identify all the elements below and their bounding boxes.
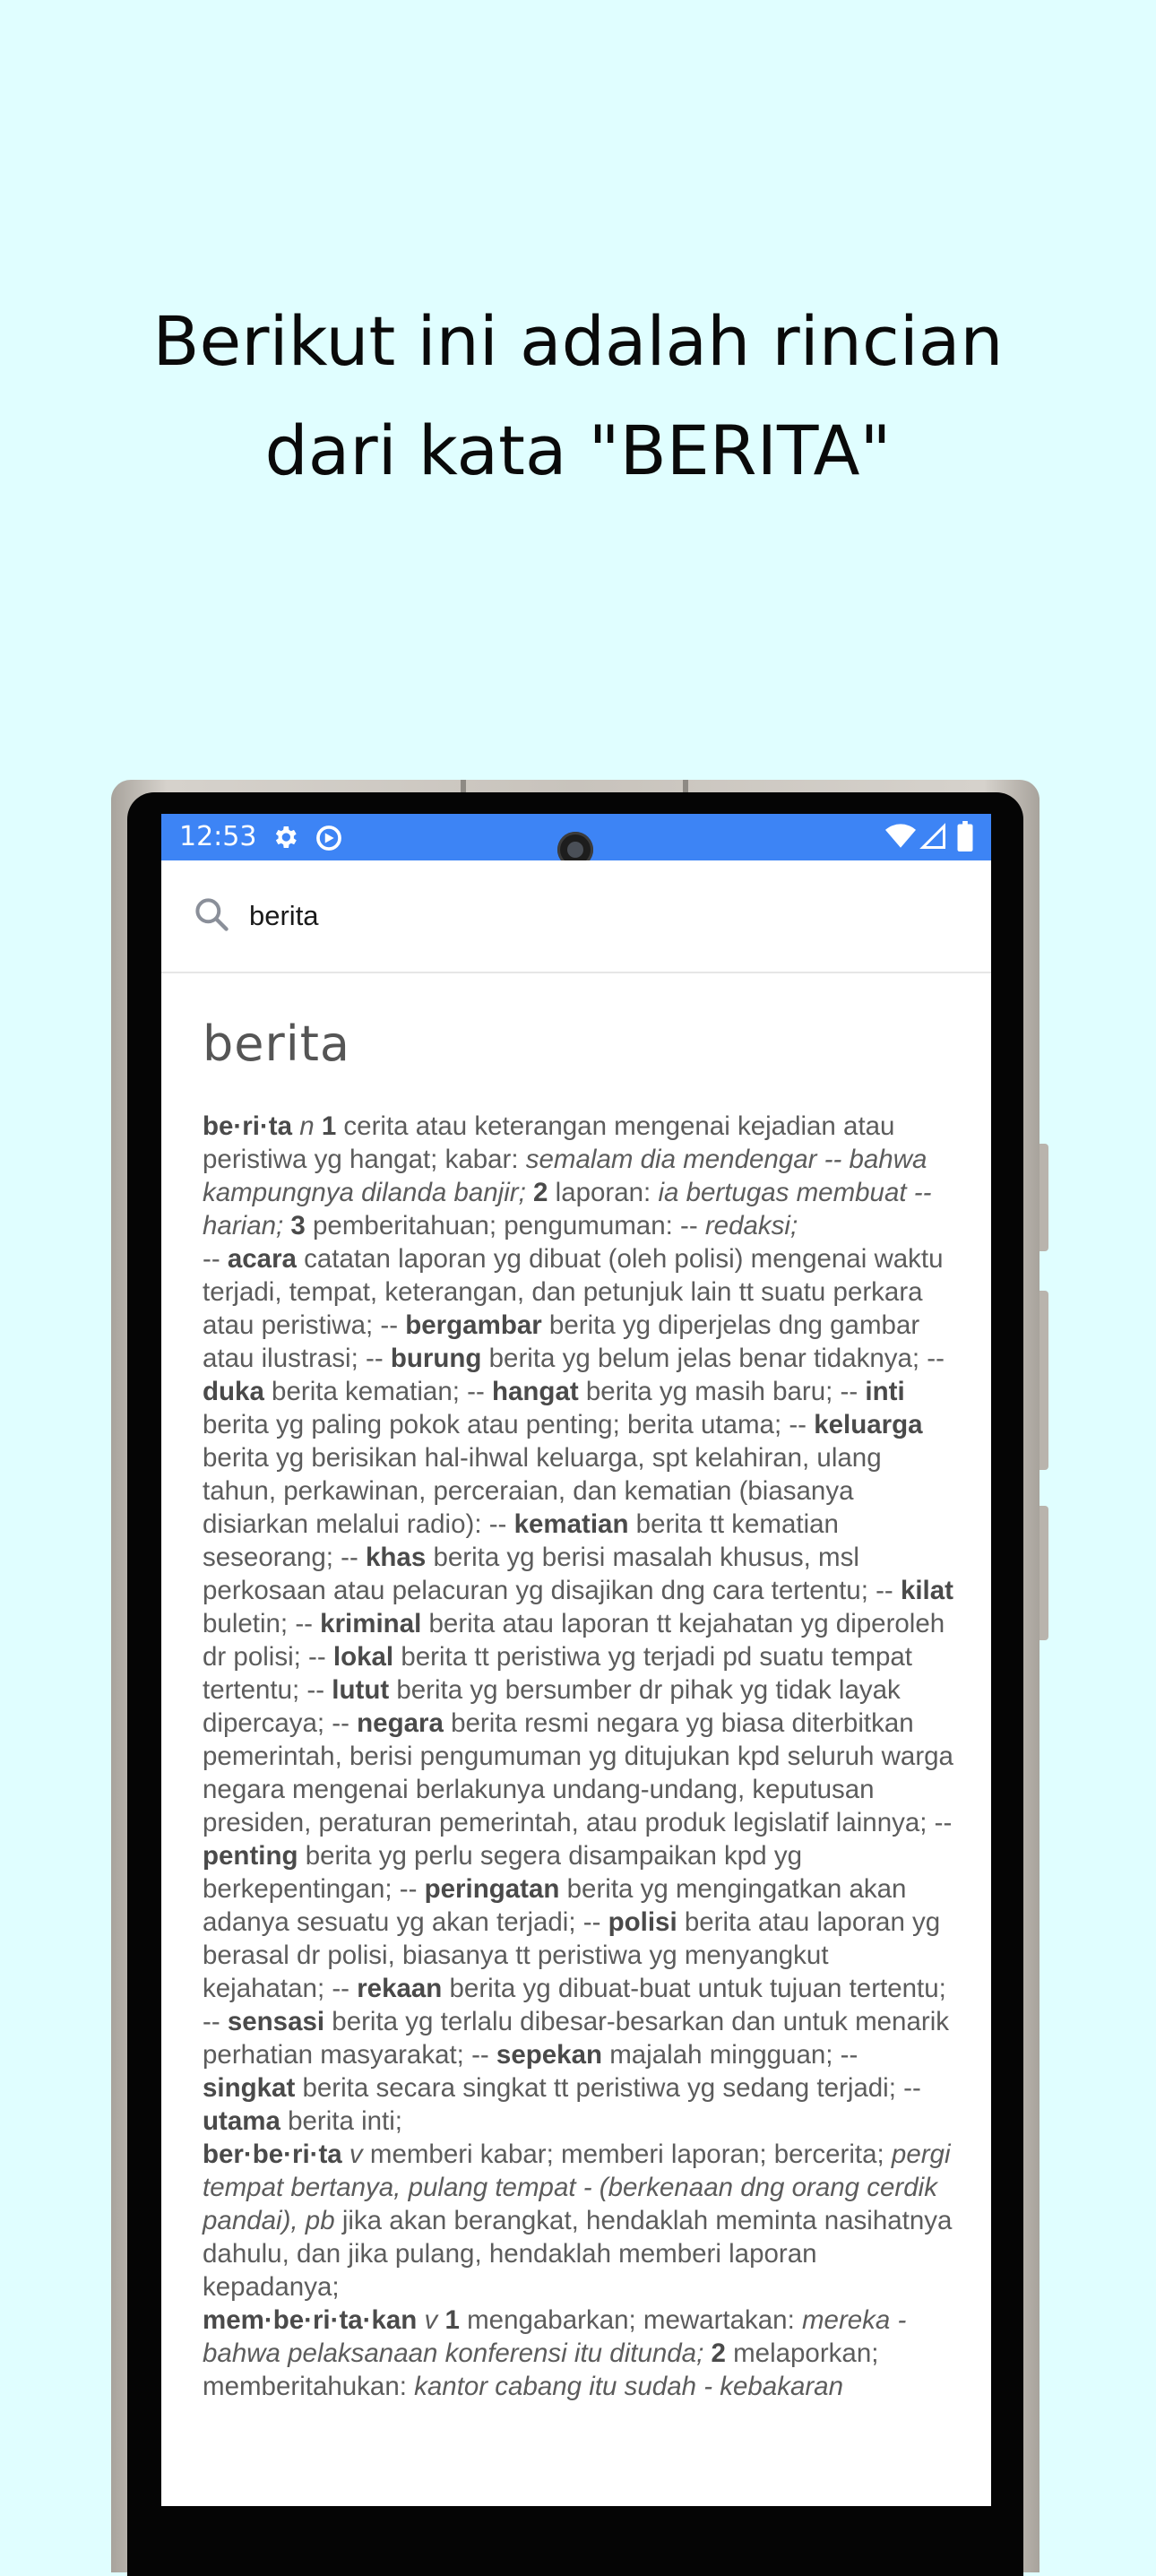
volume-button bbox=[1040, 1291, 1048, 1470]
phone-screen: 12:53 berita be·ri·ta n 1 cerita atau ke… bbox=[161, 814, 991, 2506]
definition-term: singkat bbox=[203, 2073, 296, 2103]
promo-headline: Berikut ini adalah rincian dari kata "BE… bbox=[0, 287, 1156, 506]
definition-term: negara bbox=[357, 1708, 444, 1738]
definition-text: berita secara singkat tt peristiwa yg se… bbox=[295, 2073, 921, 2103]
definition-term: utama bbox=[203, 2106, 280, 2136]
definition-term: 3 bbox=[290, 1211, 306, 1240]
definition-example: kantor cabang itu sudah - kebakaran bbox=[414, 2372, 843, 2401]
definition-text: pemberitahuan; pengumuman: -- bbox=[305, 1211, 705, 1240]
definition-term: 1 bbox=[444, 2305, 460, 2335]
definition-term: hangat bbox=[491, 1377, 579, 1406]
definition-text bbox=[342, 2139, 349, 2169]
definition-term: 2 bbox=[533, 1178, 548, 1207]
definition-term: duka bbox=[203, 1377, 264, 1406]
definition-example: n bbox=[299, 1111, 315, 1141]
definition-term: bergambar bbox=[405, 1310, 542, 1340]
definition-text bbox=[315, 1111, 322, 1141]
definition-term: lokal bbox=[332, 1642, 394, 1672]
definition-text: majalah mingguan; -- bbox=[602, 2040, 858, 2070]
definition-paragraph: be·ri·ta n 1 cerita atau keterangan meng… bbox=[203, 1110, 955, 1242]
search-bar[interactable] bbox=[161, 860, 991, 973]
definition-term: kematian bbox=[513, 1509, 629, 1539]
definition-text: -- bbox=[203, 1244, 228, 1274]
definition-text: berita yg masih baru; -- bbox=[578, 1377, 866, 1406]
definition-term: rekaan bbox=[357, 1974, 443, 2003]
status-time: 12:53 bbox=[179, 821, 257, 852]
power-button bbox=[1040, 1506, 1048, 1640]
headline-line-1: Berikut ini adalah rincian bbox=[152, 301, 1004, 381]
definition-text: mengabarkan; mewartakan: bbox=[459, 2305, 802, 2335]
definition-term: sepekan bbox=[496, 2040, 602, 2070]
definition-term: penting bbox=[203, 1841, 298, 1871]
definition-term: acara bbox=[227, 1244, 297, 1274]
definition-term: mem·be·ri·ta·kan bbox=[203, 2305, 418, 2335]
definition-paragraph: -- acara catatan laporan yg dibuat (oleh… bbox=[203, 1242, 955, 2138]
definition-text: berita kematian; -- bbox=[263, 1377, 492, 1406]
definition-term: khas bbox=[366, 1543, 427, 1572]
definition-term: kriminal bbox=[320, 1609, 422, 1638]
definition-text: berita yg paling pokok atau penting; ber… bbox=[203, 1410, 815, 1439]
definition-term: kilat bbox=[900, 1576, 953, 1605]
volume-button bbox=[1040, 1144, 1048, 1251]
definition-term: polisi bbox=[608, 1907, 677, 1937]
data-saver-icon bbox=[314, 823, 344, 858]
search-input[interactable] bbox=[249, 891, 948, 941]
definition-text bbox=[526, 1178, 533, 1207]
definition-text bbox=[292, 1111, 299, 1141]
definition-term: sensasi bbox=[227, 2007, 325, 2036]
frame-seam bbox=[683, 780, 688, 792]
definition-text: memberi kabar; memberi laporan; bercerit… bbox=[362, 2139, 892, 2169]
search-icon[interactable] bbox=[192, 895, 231, 938]
entry-definition: be·ri·ta n 1 cerita atau keterangan meng… bbox=[203, 1110, 955, 2403]
definition-term: ber·be·ri·ta bbox=[203, 2139, 342, 2169]
gear-icon bbox=[271, 823, 299, 856]
definition-term: 2 bbox=[711, 2338, 726, 2368]
headline-line-2: dari kata "BERITA" bbox=[264, 411, 892, 490]
battery-icon bbox=[957, 821, 973, 856]
definition-term: burung bbox=[390, 1344, 482, 1373]
wifi-icon bbox=[885, 823, 916, 854]
definition-term: inti bbox=[865, 1377, 905, 1406]
definition-term: keluarga bbox=[814, 1410, 923, 1439]
definition-example: v bbox=[349, 2139, 363, 2169]
definition-term: lutut bbox=[332, 1675, 390, 1705]
definition-term: be·ri·ta bbox=[203, 1111, 292, 1141]
definition-text: laporan: bbox=[548, 1178, 659, 1207]
definition-text bbox=[417, 2305, 424, 2335]
frame-seam bbox=[461, 780, 466, 792]
definition-text: berita yg belum jelas benar tidaknya; -- bbox=[481, 1344, 945, 1373]
definition-term: peringatan bbox=[424, 1874, 560, 1904]
definition-paragraph: ber·be·ri·ta v memberi kabar; memberi la… bbox=[203, 2138, 955, 2304]
definition-example: redaksi; bbox=[704, 1211, 798, 1240]
definition-text: berita inti; bbox=[280, 2106, 402, 2136]
definition-example: v bbox=[424, 2305, 438, 2335]
definition-text: buletin; -- bbox=[203, 1609, 321, 1638]
entry-content: berita be·ri·ta n 1 cerita atau keterang… bbox=[203, 973, 955, 2403]
cell-signal-icon bbox=[919, 823, 946, 854]
definition-paragraph: mem·be·ri·ta·kan v 1 mengabarkan; mewart… bbox=[203, 2304, 955, 2403]
entry-word: berita bbox=[203, 1016, 350, 1072]
definition-term: 1 bbox=[321, 1111, 337, 1141]
